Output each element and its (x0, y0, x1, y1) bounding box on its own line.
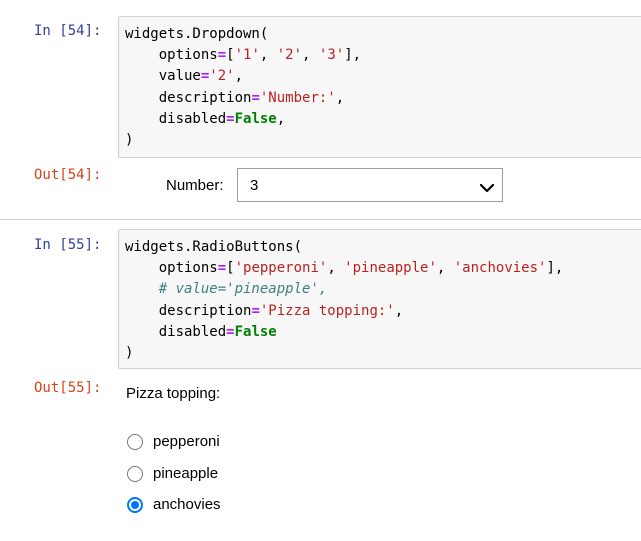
radio-option-label: pepperoni (153, 433, 220, 450)
code-line: widgets.RadioButtons( (125, 239, 303, 255)
code-line: description='Pizza topping:', (125, 302, 404, 319)
code-line: widgets.Dropdown( (125, 26, 269, 42)
radio-button-selected[interactable] (127, 497, 143, 513)
code-line: disabled=False, (125, 110, 286, 127)
number-dropdown[interactable]: 3 (237, 168, 503, 202)
code-line: options=['1', '2', '3'], (125, 47, 362, 64)
code-line: disabled=False (125, 323, 277, 340)
code-line: # value='pineapple', (125, 281, 328, 298)
radio-button[interactable] (127, 434, 143, 450)
cell-54-code-editor[interactable]: widgets.Dropdown( options=['1', '2', '3'… (118, 16, 641, 158)
code-line: options=['pepperoni', 'pineapple', 'anch… (125, 260, 564, 277)
code-line: ) (125, 131, 134, 148)
cell-55-code-editor[interactable]: widgets.RadioButtons( options=['pepperon… (118, 229, 641, 369)
code-line: value='2', (125, 68, 244, 85)
radio-option-label: pineapple (153, 465, 219, 482)
chevron-down-icon (479, 179, 495, 198)
cell-54-in-prompt: In [54]: (34, 23, 102, 39)
cell-separator (0, 219, 641, 220)
cell-55-in-prompt: In [55]: (34, 237, 102, 253)
code-line: ) (125, 344, 134, 361)
dropdown-selected-value: 3 (250, 177, 259, 194)
cell-55-out-prompt: Out[55]: (34, 380, 102, 396)
radio-option-label: anchovies (153, 496, 221, 513)
radio-group-label: Pizza topping: (126, 385, 221, 402)
dropdown-label: Number: (166, 177, 224, 194)
cell-54-out-prompt: Out[54]: (34, 167, 102, 183)
radio-button[interactable] (127, 466, 143, 482)
code-line: description='Number:', (125, 89, 345, 106)
